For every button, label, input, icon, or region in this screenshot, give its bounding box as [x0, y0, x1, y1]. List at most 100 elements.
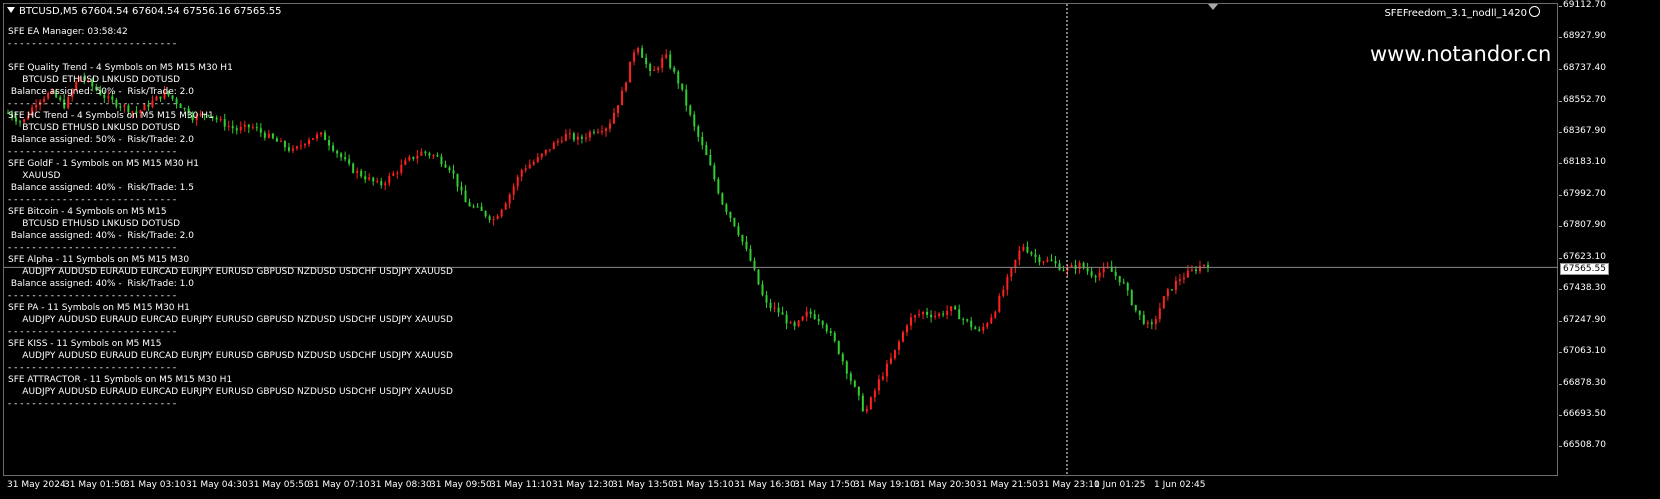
bull-candle	[801, 316, 804, 321]
bear-candle	[701, 136, 704, 146]
bull-candle	[938, 313, 941, 316]
price-tick-label: 69112.70	[1559, 0, 1606, 10]
bear-candle	[592, 131, 595, 133]
time-tick-label: 1 Jun 02:45	[1154, 480, 1206, 490]
time-tick-label: 31 May 04:30	[186, 480, 248, 490]
bear-candle	[677, 71, 680, 84]
bear-candle	[733, 217, 736, 227]
bear-candle	[962, 319, 965, 321]
bear-candle	[1170, 289, 1173, 291]
bear-candle	[745, 241, 748, 249]
bear-candle	[781, 312, 784, 315]
bull-candle	[621, 90, 624, 106]
bull-candle	[516, 176, 519, 187]
bear-candle	[861, 395, 864, 412]
bear-candle	[857, 386, 860, 396]
bear-candle	[817, 318, 820, 322]
bear-candle	[833, 333, 836, 342]
info-line: - - - - - - - - - - - - - - - - - - - - …	[8, 99, 177, 109]
bear-candle	[829, 331, 832, 334]
bear-candle	[837, 341, 840, 354]
bull-candle	[893, 349, 896, 359]
bull-candle	[1098, 272, 1101, 278]
bull-candle	[528, 164, 531, 169]
bull-candle	[805, 311, 808, 317]
info-line: SFE ATTRACTOR - 11 Symbols on M5 M15 M30…	[8, 375, 233, 385]
dropdown-triangle-icon[interactable]	[7, 7, 15, 13]
bear-candle	[464, 190, 467, 203]
time-tick-label: 1 Jun 01:25	[1094, 480, 1146, 490]
info-line: Balance assigned: 50% - Risk/Trade: 2.0	[8, 87, 194, 97]
info-line: Balance assigned: 40% - Risk/Trade: 1.5	[8, 183, 194, 193]
info-line: XAUUSD	[8, 171, 61, 181]
chart-shift-marker-icon[interactable]	[1208, 4, 1218, 10]
symbol-header: BTCUSD,M5 67604.54 67604.54 67556.16 675…	[7, 6, 281, 17]
bear-candle	[1090, 271, 1093, 277]
expert-advisor-label[interactable]: SFEFreedom_3.1_nodll_1420	[1384, 6, 1540, 19]
bull-candle	[877, 379, 880, 391]
bull-candle	[552, 142, 555, 150]
bear-candle	[793, 322, 796, 327]
bull-candle	[613, 112, 616, 124]
time-tick-label: 31 May 05:50	[248, 480, 310, 490]
bull-candle	[889, 358, 892, 364]
bear-candle	[689, 105, 692, 115]
price-axis[interactable]: 69112.70 68927.90 68737.40 68552.70 68367.90…	[1559, 0, 1660, 476]
bull-candle	[548, 149, 551, 151]
bull-candle	[1154, 319, 1157, 325]
bull-candle	[609, 123, 612, 129]
chart-window[interactable]: BTCUSD,M5 67604.54 67604.54 67556.16 675…	[0, 0, 1660, 499]
bear-candle	[484, 210, 487, 217]
bear-candle	[942, 313, 945, 315]
bear-candle	[769, 302, 772, 309]
price-tick-label: 67807.90	[1559, 220, 1606, 231]
bull-candle	[568, 133, 571, 135]
bull-candle	[544, 149, 547, 154]
price-tick-label: 67992.70	[1559, 189, 1606, 200]
time-tick-label: 31 May 21:50	[976, 480, 1038, 490]
price-tick-label: 68367.90	[1559, 125, 1606, 136]
bull-candle	[653, 69, 656, 72]
bear-candle	[930, 314, 933, 318]
bull-candle	[496, 216, 499, 220]
bear-candle	[825, 324, 828, 332]
bear-candle	[845, 361, 848, 374]
time-tick-label: 31 May 17:50	[794, 480, 856, 490]
bear-candle	[741, 234, 744, 242]
bull-candle	[1158, 308, 1161, 320]
bull-candle	[1006, 276, 1009, 290]
bear-candle	[757, 269, 760, 285]
time-tick-label: 31 May 19:10	[854, 480, 916, 490]
info-line: AUDJPY AUDUSD EURAUD EURCAD EURJPY EURUS…	[8, 387, 453, 397]
bear-candle	[709, 155, 712, 166]
smiley-icon[interactable]	[1529, 6, 1540, 17]
bull-candle	[500, 209, 503, 217]
bear-candle	[480, 206, 483, 211]
time-axis[interactable]: 31 May 2024 31 May 01:50 31 May 03:10 31 Ma…	[0, 476, 1559, 499]
time-tick-label: 31 May 13:50	[612, 480, 674, 490]
bull-candle	[869, 397, 872, 410]
bear-candle	[1062, 269, 1065, 271]
bear-candle	[580, 136, 583, 139]
bull-candle	[789, 322, 792, 324]
price-tick-label: 66693.50	[1559, 408, 1606, 419]
bull-candle	[986, 323, 989, 327]
bull-candle	[508, 194, 511, 204]
bull-candle	[596, 131, 599, 133]
bull-candle	[1002, 289, 1005, 296]
price-tick-label: 68927.90	[1559, 31, 1606, 42]
bear-candle	[1118, 275, 1121, 283]
bear-candle	[753, 260, 756, 270]
bear-candle	[681, 83, 684, 90]
bear-candle	[673, 67, 676, 72]
bull-candle	[873, 390, 876, 398]
bull-candle	[1042, 261, 1045, 263]
bull-candle	[1190, 269, 1193, 271]
bear-candle	[1054, 260, 1057, 264]
bull-candle	[1198, 266, 1201, 272]
bull-candle	[1014, 259, 1017, 268]
bear-candle	[1138, 310, 1141, 315]
bull-candle	[998, 295, 1001, 312]
bear-candle	[1114, 271, 1117, 276]
bear-candle	[460, 186, 463, 191]
